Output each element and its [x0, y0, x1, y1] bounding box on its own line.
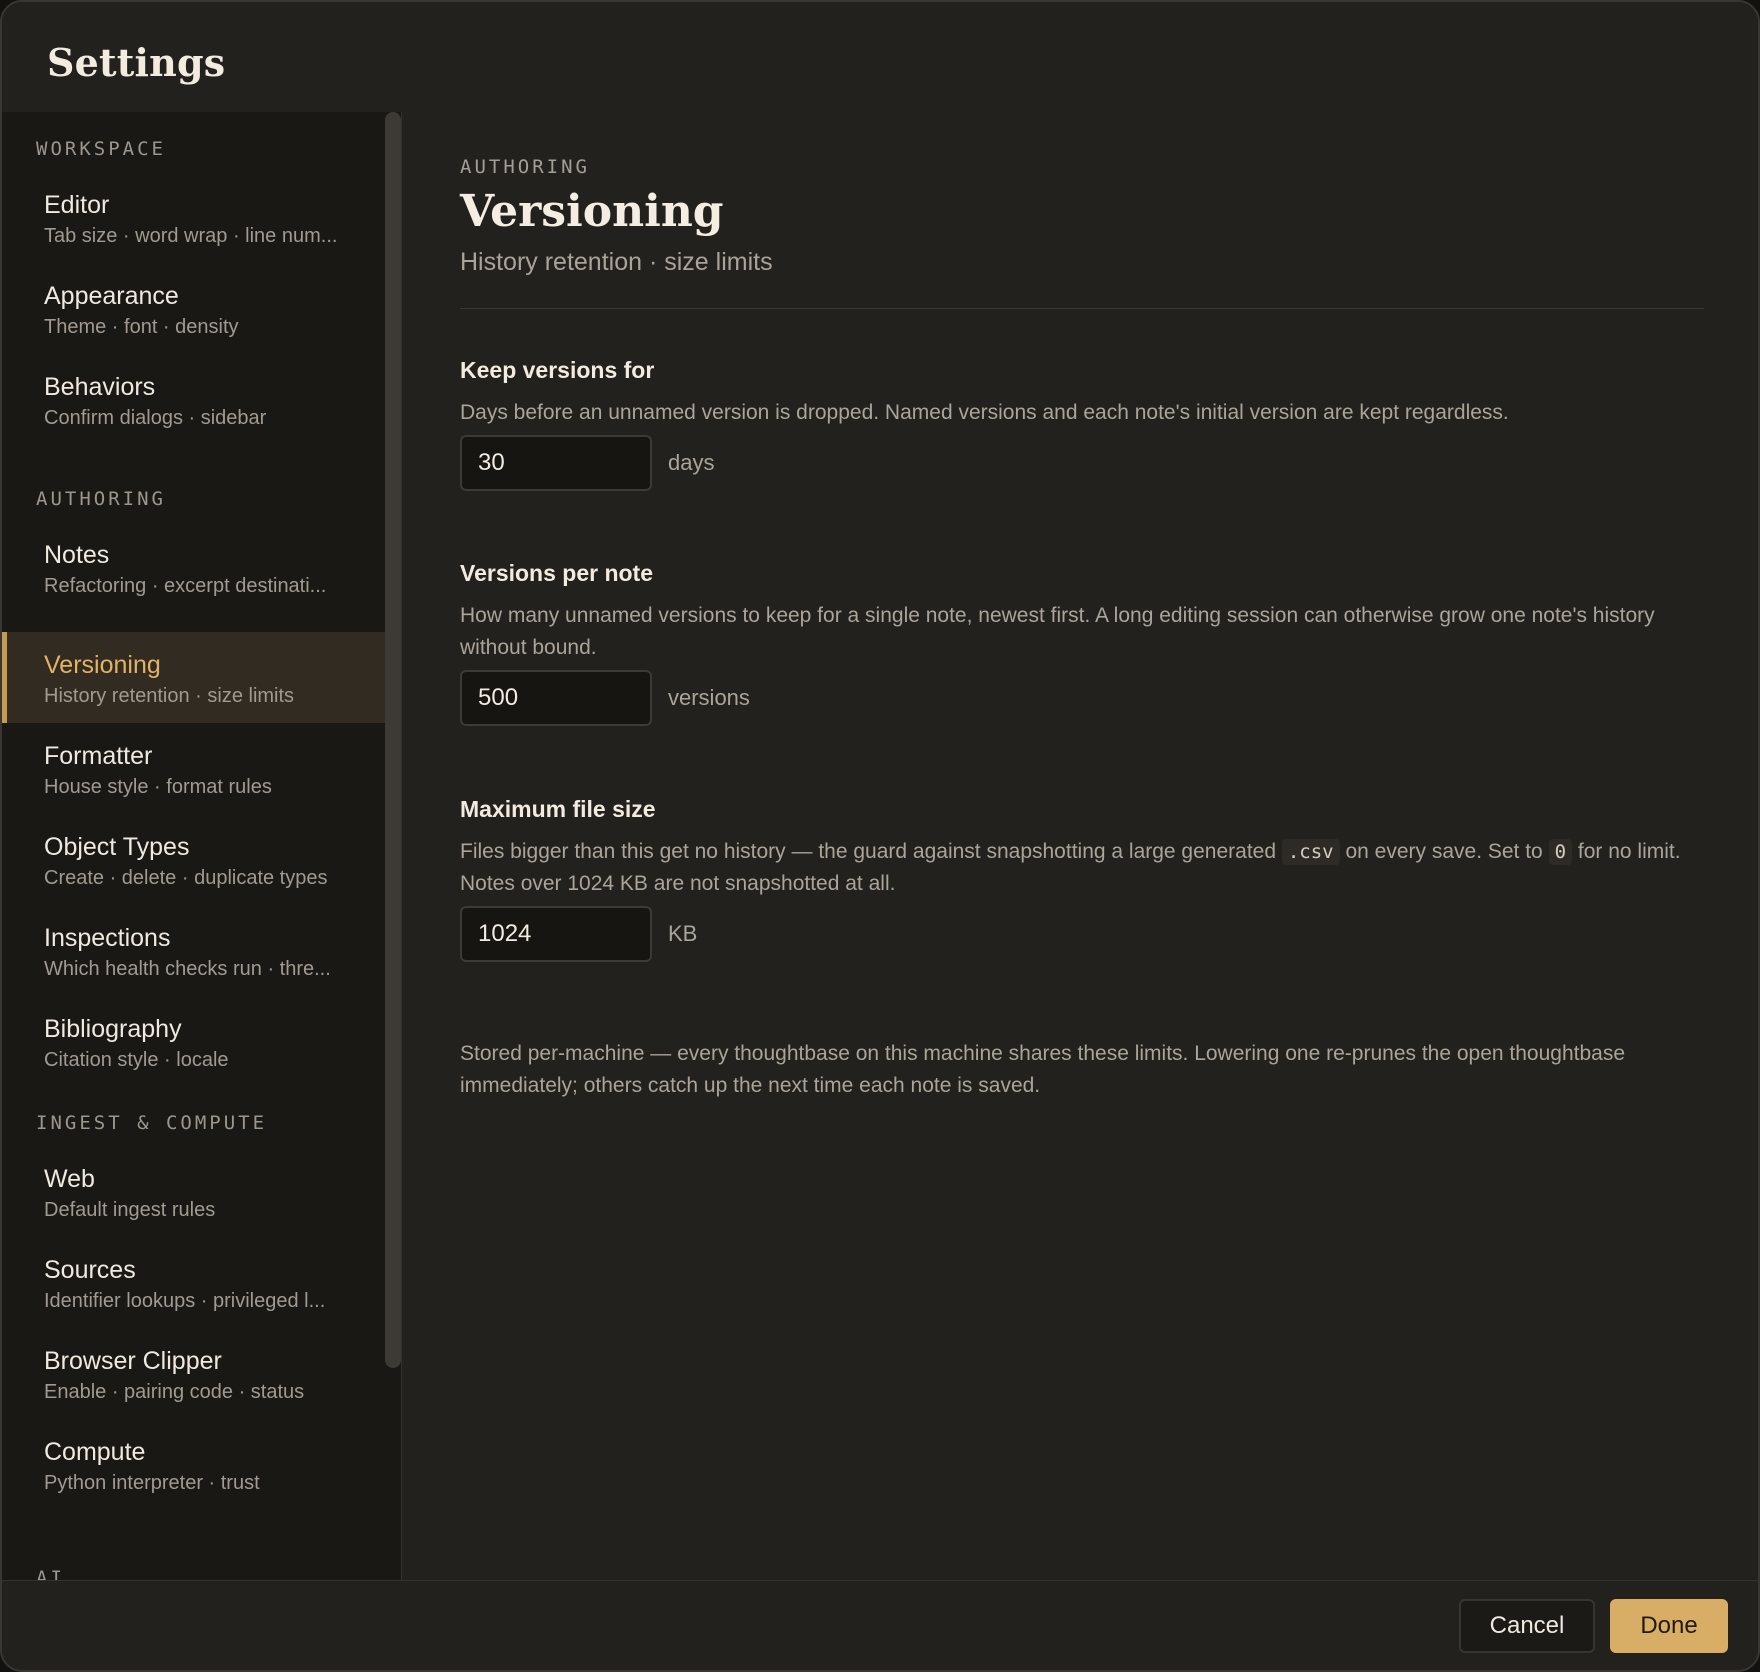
settings-sidebar[interactable]: WORKSPACE Editor Tab size · word wrap · … — [2, 112, 402, 1580]
sidebar-item-subtitle: Python interpreter · trust — [44, 1472, 260, 1494]
sidebar-item-subtitle: House style · format rules — [44, 776, 272, 798]
sidebar-item-title: Web — [44, 1165, 95, 1193]
divider — [460, 308, 1704, 309]
input-row: versions — [460, 670, 1710, 726]
code-csv: .csv — [1281, 839, 1340, 865]
sidebar-item-subtitle: Identifier lookups · privileged l... — [44, 1290, 326, 1312]
page-subtitle: History retention · size limits — [460, 248, 773, 276]
sidebar-item-title: Compute — [44, 1438, 146, 1466]
sidebar-item-formatter[interactable]: Formatter House style · format rules — [2, 723, 385, 814]
sidebar-item-subtitle: Enable · pairing code · status — [44, 1381, 305, 1403]
sidebar-item-subtitle: Default ingest rules — [44, 1199, 216, 1221]
section-label-ingest-compute: INGEST & COMPUTE — [36, 1112, 268, 1134]
setting-label: Maximum file size — [460, 796, 656, 822]
section-label-authoring: AUTHORING — [36, 488, 166, 510]
code-zero: 0 — [1548, 839, 1573, 865]
sidebar-item-bibliography[interactable]: Bibliography Citation style · locale — [2, 996, 385, 1087]
sidebar-item-title: Versioning — [44, 651, 161, 679]
sidebar-item-subtitle: History retention · size limits — [44, 685, 295, 707]
sidebar-item-title: Formatter — [44, 742, 153, 770]
done-button[interactable]: Done — [1610, 1599, 1728, 1653]
sidebar-item-subtitle: Tab size · word wrap · line num... — [44, 225, 338, 247]
settings-window: Settings WORKSPACE Editor Tab size · wor… — [0, 0, 1760, 1672]
cancel-button[interactable]: Cancel — [1459, 1599, 1595, 1653]
input-row: KB — [460, 906, 1710, 962]
storage-footnote: Stored per-machine — every thoughtbase o… — [460, 1042, 1626, 1097]
section-label-ai: AI — [36, 1567, 65, 1580]
setting-description: Files bigger than this get no history — … — [460, 836, 1710, 900]
sidebar-item-subtitle: Which health checks run · thre... — [44, 958, 331, 980]
sidebar-scrollbar[interactable] — [385, 112, 401, 1368]
sidebar-item-title: Appearance — [44, 282, 179, 310]
sidebar-item-behaviors[interactable]: Behaviors Confirm dialogs · sidebar — [2, 354, 385, 445]
unit-label: versions — [668, 685, 750, 710]
keep-versions-input[interactable] — [460, 435, 652, 491]
sidebar-item-title: Bibliography — [44, 1015, 182, 1043]
sidebar-item-title: Notes — [44, 541, 110, 569]
keep-versions-setting: Keep versions for Days before an unnamed… — [460, 355, 1710, 491]
max-file-size-setting: Maximum file size Files bigger than this… — [460, 794, 1710, 962]
sidebar-item-title: Behaviors — [44, 373, 156, 401]
sidebar-nav-list: WORKSPACE Editor Tab size · word wrap · … — [2, 112, 386, 1580]
sidebar-item-browser-clipper[interactable]: Browser Clipper Enable · pairing code · … — [2, 1328, 385, 1419]
sidebar-item-object-types[interactable]: Object Types Create · delete · duplicate… — [2, 814, 385, 905]
sidebar-item-title: Sources — [44, 1256, 136, 1284]
sidebar-item-versioning[interactable]: Versioning History retention · size limi… — [2, 632, 385, 723]
sidebar-item-subtitle: Theme · font · density — [44, 316, 239, 338]
sidebar-item-title: Browser Clipper — [44, 1347, 222, 1375]
versions-per-note-input[interactable] — [460, 670, 652, 726]
dialog-footer: Cancel Done — [2, 1580, 1758, 1670]
description-text: on every save. Set to — [1339, 840, 1549, 863]
input-row: days — [460, 435, 1710, 491]
setting-label: Versions per note — [460, 560, 654, 586]
sidebar-item-subtitle: Refactoring · excerpt destinati... — [44, 575, 327, 597]
page-title: Versioning — [460, 186, 724, 237]
sidebar-item-inspections[interactable]: Inspections Which health checks run · th… — [2, 905, 385, 996]
sidebar-item-title: Editor — [44, 191, 110, 219]
setting-description: How many unnamed versions to keep for a … — [460, 604, 1655, 659]
versions-per-note-setting: Versions per note How many unnamed versi… — [460, 558, 1710, 726]
sidebar-item-compute[interactable]: Compute Python interpreter · trust — [2, 1419, 385, 1510]
unit-label: KB — [668, 921, 698, 946]
sidebar-item-title: Object Types — [44, 833, 190, 861]
window-title: Settings — [47, 40, 226, 85]
setting-label: Keep versions for — [460, 357, 655, 383]
sidebar-item-sources[interactable]: Sources Identifier lookups · privileged … — [2, 1237, 385, 1328]
sidebar-item-subtitle: Confirm dialogs · sidebar — [44, 407, 267, 429]
section-label-workspace: WORKSPACE — [36, 138, 166, 160]
sidebar-item-editor[interactable]: Editor Tab size · word wrap · line num..… — [2, 172, 385, 263]
sidebar-item-subtitle: Citation style · locale — [44, 1049, 229, 1071]
sidebar-item-title: Inspections — [44, 924, 171, 952]
sidebar-item-notes[interactable]: Notes Refactoring · excerpt destinati... — [2, 522, 385, 613]
max-file-size-input[interactable] — [460, 906, 652, 962]
setting-description: Days before an unnamed version is droppe… — [460, 401, 1509, 424]
section-eyebrow: AUTHORING — [460, 156, 590, 178]
settings-content: AUTHORING Versioning History retention ·… — [403, 112, 1758, 1580]
title-bar: Settings — [2, 2, 1758, 112]
unit-label: days — [668, 450, 715, 475]
sidebar-item-web[interactable]: Web Default ingest rules — [2, 1146, 385, 1237]
sidebar-item-subtitle: Create · delete · duplicate types — [44, 867, 328, 889]
description-text: Files bigger than this get no history — … — [460, 840, 1282, 863]
sidebar-item-appearance[interactable]: Appearance Theme · font · density — [2, 263, 385, 354]
